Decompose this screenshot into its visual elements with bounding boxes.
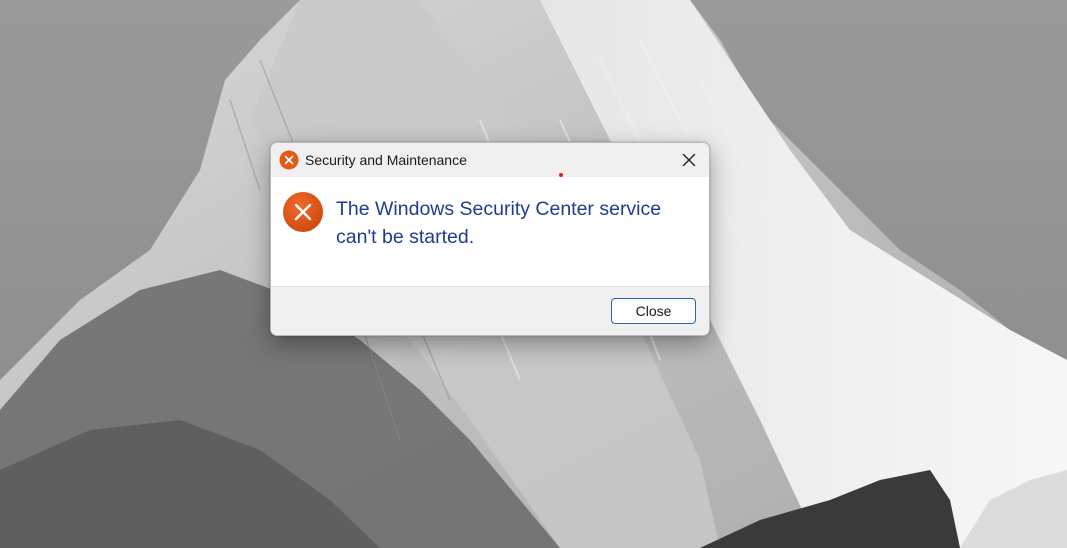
dialog-footer: Close <box>271 286 709 335</box>
dialog-content: The Windows Security Center service can'… <box>271 177 709 286</box>
close-button[interactable]: Close <box>611 298 696 324</box>
close-icon[interactable] <box>669 143 709 177</box>
dialog-title: Security and Maintenance <box>305 152 467 168</box>
error-message: The Windows Security Center service can'… <box>336 198 662 248</box>
error-dialog: Security and Maintenance The Windows Sec… <box>270 142 710 336</box>
error-icon <box>279 150 299 170</box>
dialog-titlebar: Security and Maintenance <box>271 143 709 177</box>
error-icon <box>282 191 324 233</box>
